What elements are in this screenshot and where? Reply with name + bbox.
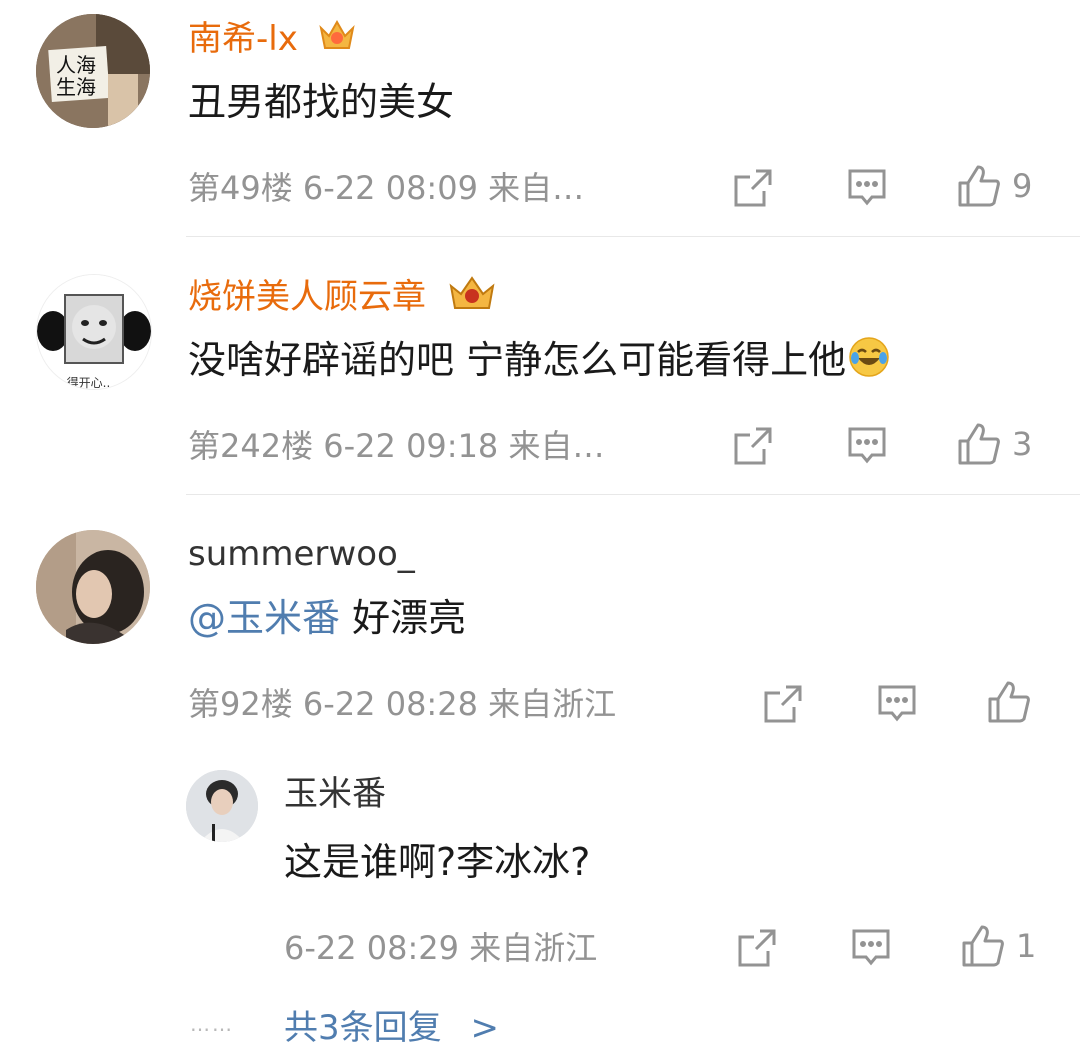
avatar[interactable]	[36, 530, 150, 644]
floor-number: 第92楼	[188, 685, 293, 723]
comment-button[interactable]	[850, 926, 892, 970]
like-icon	[988, 681, 1030, 723]
comment-meta: 第92楼 6-22 08:28 来自浙江	[188, 684, 616, 724]
source-location: 来自浙江	[469, 929, 598, 967]
comment-icon	[852, 929, 890, 966]
comment-text-body: 好漂亮	[340, 596, 467, 640]
like-button[interactable]: 1	[960, 924, 1036, 968]
comment-button[interactable]	[876, 682, 918, 726]
repost-button[interactable]	[762, 682, 804, 726]
comment-icon	[878, 685, 916, 722]
mention-link[interactable]: @玉米番	[188, 596, 340, 640]
source-location: 来自浙江	[488, 685, 617, 723]
comment-text: @玉米番 好漂亮	[188, 594, 466, 642]
timestamp: 6-22 08:29	[284, 929, 460, 967]
like-count: 1	[1016, 927, 1037, 965]
timestamp: 6-22 08:28	[302, 685, 478, 723]
reply-avatar[interactable]	[186, 770, 258, 842]
like-icon	[962, 925, 1004, 967]
more-replies-label[interactable]: 共3条回复	[284, 1008, 442, 1048]
more-replies-dots: ……	[190, 1012, 234, 1036]
comment-item: summerwoo_ @玉米番 好漂亮 第92楼 6-22 08:28 来自浙江	[0, 0, 1080, 1064]
like-button[interactable]	[986, 680, 1032, 724]
username[interactable]: summerwoo_	[188, 534, 415, 574]
repost-icon	[738, 929, 776, 967]
reply-username[interactable]: 玉米番	[284, 774, 386, 814]
chevron-right-icon: >	[470, 1008, 499, 1048]
repost-button[interactable]	[736, 926, 778, 970]
reply-text: 这是谁啊?李冰冰?	[284, 840, 591, 884]
reply-meta: 6-22 08:29 来自浙江	[284, 928, 597, 968]
username-text[interactable]: summerwoo_	[188, 534, 415, 574]
more-replies-link[interactable]: 共3条回复 >	[284, 1000, 499, 1049]
repost-icon	[764, 685, 802, 723]
